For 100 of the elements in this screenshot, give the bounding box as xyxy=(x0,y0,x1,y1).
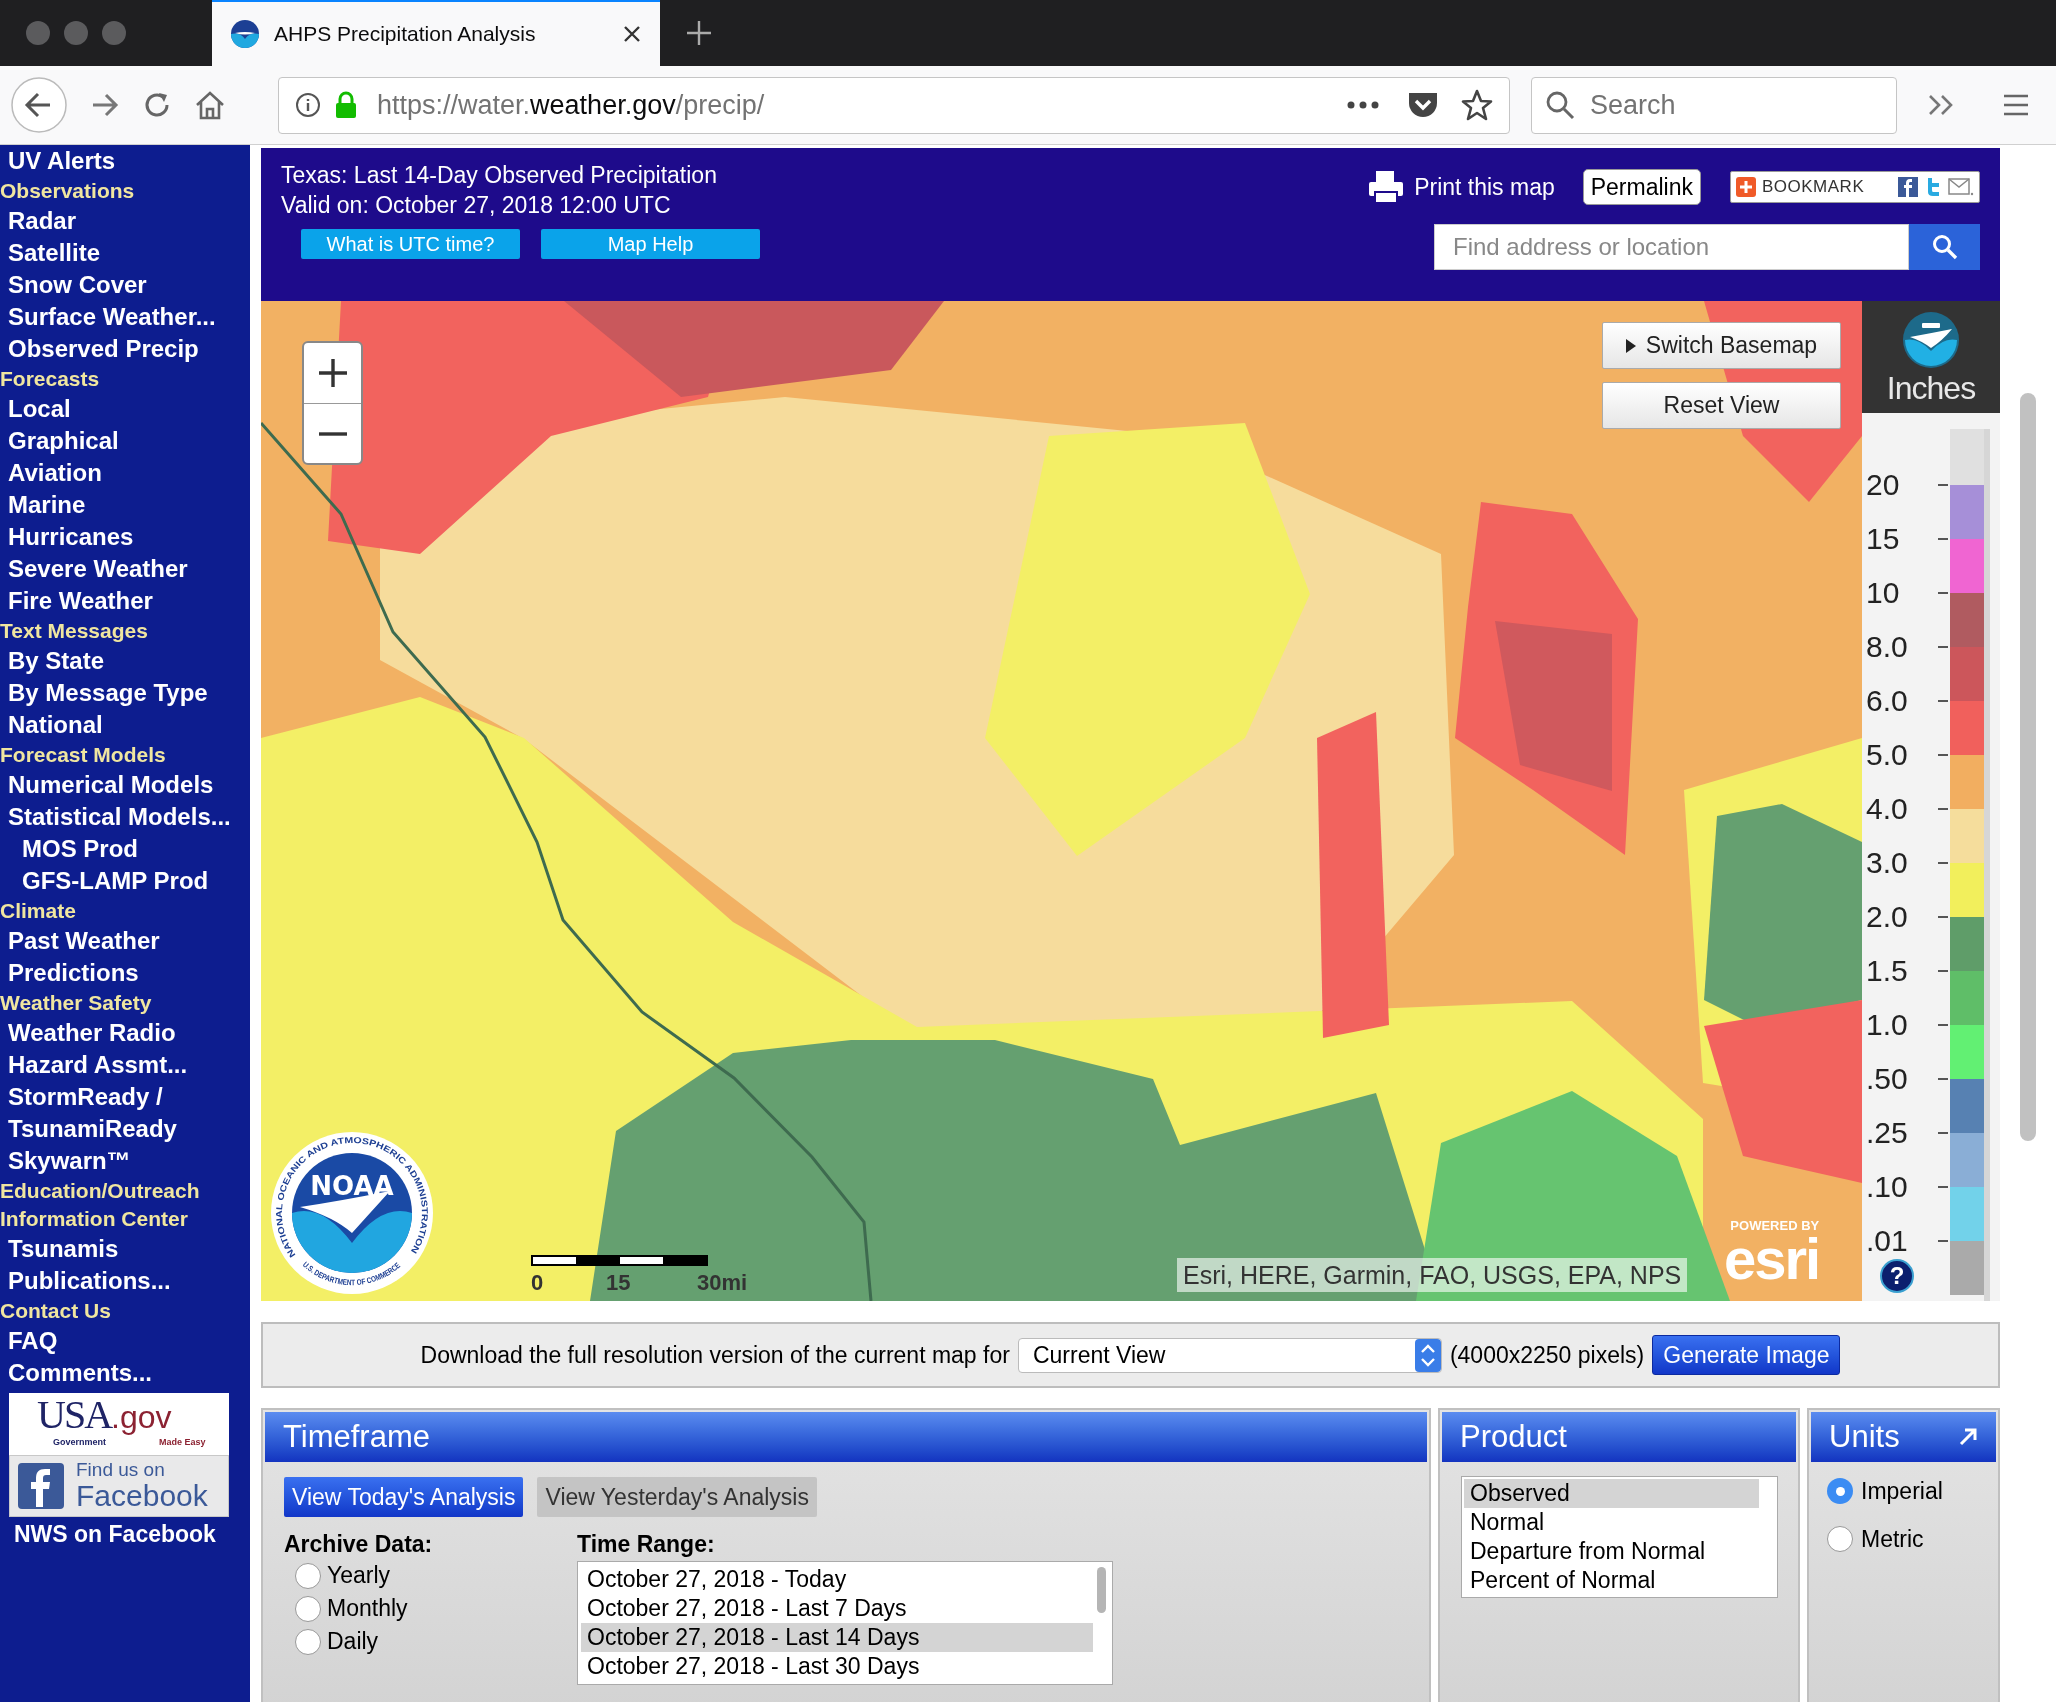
sidebar-link[interactable]: TsunamiReady xyxy=(0,1113,240,1145)
sidebar-link[interactable]: UV Alerts xyxy=(0,145,240,177)
list-option[interactable]: Observed xyxy=(1464,1479,1759,1508)
sidebar-heading[interactable]: Information Center xyxy=(0,1205,240,1233)
list-option[interactable]: October 27, 2018 - Last 14 Days xyxy=(581,1623,1093,1652)
radio-button[interactable] xyxy=(295,1595,321,1622)
address-bar[interactable]: https://water.weather.gov/precip/ xyxy=(278,76,1510,134)
time-range-listbox[interactable]: October 27, 2018 - Today October 27, 2018 - Last 7 Days October 27, 2018 - Last 14 Days October 27, 2018 - Last 30 Days xyxy=(577,1561,1113,1685)
sidebar-heading[interactable]: Education/Outreach xyxy=(0,1177,240,1205)
expand-icon[interactable] xyxy=(1958,1427,1978,1447)
sidebar-link[interactable]: Radar xyxy=(0,205,240,237)
sidebar-link[interactable]: GFS-LAMP Prod xyxy=(0,865,240,897)
bookmark-widget[interactable]: BOOKMARK xyxy=(1730,171,1980,203)
new-tab-icon[interactable] xyxy=(686,20,712,46)
legend-label: 6.0 xyxy=(1866,684,1908,718)
analysis-button[interactable]: View Yesterday's Analysis xyxy=(537,1477,817,1517)
map-attribution: Esri, HERE, Garmin, FAO, USGS, EPA, NPS xyxy=(1177,1258,1688,1292)
generate-image-button[interactable]: Generate Image xyxy=(1652,1335,1841,1375)
radio-button[interactable] xyxy=(295,1628,321,1655)
sidebar-link[interactable]: FAQ xyxy=(0,1325,240,1357)
scrollbar-thumb[interactable] xyxy=(1097,1567,1106,1613)
sidebar-link[interactable]: Hurricanes xyxy=(0,521,240,553)
sidebar-link[interactable]: Comments... xyxy=(0,1357,240,1389)
radio-label[interactable]: Imperial xyxy=(1861,1474,1943,1509)
radio-label[interactable]: Metric xyxy=(1861,1521,1924,1556)
sidebar-link[interactable]: Satellite xyxy=(0,237,240,269)
sidebar-link[interactable]: Snow Cover xyxy=(0,269,240,301)
printer-icon[interactable] xyxy=(1368,170,1405,204)
radio-button[interactable] xyxy=(1827,1525,1853,1552)
sidebar-link[interactable]: Surface Weather... xyxy=(0,301,240,333)
sidebar-link[interactable]: Fire Weather xyxy=(0,585,240,617)
reset-view-button[interactable]: Reset View xyxy=(1602,382,1841,429)
analysis-button[interactable]: View Today's Analysis xyxy=(284,1477,524,1517)
product-listbox[interactable]: Observed Normal Departure from Normal Percent of Normal xyxy=(1461,1476,1778,1598)
chevron-icon xyxy=(1414,1338,1441,1372)
sidebar-heading[interactable]: Climate xyxy=(0,897,240,925)
sidebar-link[interactable]: By State xyxy=(0,645,240,677)
pocket-icon[interactable] xyxy=(1407,90,1439,120)
sidebar-link[interactable]: Severe Weather xyxy=(0,553,240,585)
sidebar-link[interactable]: Numerical Models xyxy=(0,769,240,801)
plus-icon xyxy=(316,357,349,389)
search-button[interactable] xyxy=(1909,224,1980,270)
map-extent-select[interactable]: Current View xyxy=(1017,1337,1442,1373)
browser-search-field[interactable]: Search xyxy=(1531,76,1897,134)
sidebar-link[interactable]: MOS Prod xyxy=(0,833,240,865)
sidebar-link[interactable]: Marine xyxy=(0,489,240,521)
radio-label[interactable]: Daily xyxy=(327,1624,379,1659)
sidebar-link[interactable]: Weather Radio xyxy=(0,1017,240,1049)
star-icon[interactable] xyxy=(1461,89,1493,121)
sidebar-link[interactable]: National xyxy=(0,709,240,741)
browser-tab[interactable]: AHPS Precipitation Analysis xyxy=(212,0,660,66)
radio-label[interactable]: Monthly xyxy=(327,1591,408,1626)
back-icon[interactable] xyxy=(10,76,68,134)
sidebar-link[interactable]: Publications... xyxy=(0,1265,240,1297)
sidebar-heading[interactable]: Observations xyxy=(0,177,240,205)
radio-button[interactable] xyxy=(295,1562,321,1589)
sidebar-heading[interactable]: Forecast Models xyxy=(0,741,240,769)
radio-button[interactable] xyxy=(1827,1478,1853,1505)
permalink-button[interactable]: Permalink xyxy=(1582,169,1701,205)
overflow-icon[interactable] xyxy=(1927,93,1955,117)
location-search-field[interactable]: Find address or location xyxy=(1434,224,1909,270)
facebook-badge[interactable]: Find us on Facebook xyxy=(9,1455,229,1517)
menu-icon[interactable] xyxy=(2003,94,2029,116)
mail-icon[interactable] xyxy=(1948,178,1974,196)
sidebar-link[interactable]: Tsunamis xyxy=(0,1233,240,1265)
sidebar-heading[interactable]: Weather Safety xyxy=(0,989,240,1017)
lock-icon[interactable] xyxy=(335,91,357,119)
switch-basemap-button[interactable]: Switch Basemap xyxy=(1602,322,1841,369)
sidebar-link[interactable]: Statistical Models... xyxy=(0,801,240,833)
sidebar-link[interactable]: Predictions xyxy=(0,957,240,989)
legend-label: 2.0 xyxy=(1866,900,1908,934)
panel-title: Product xyxy=(1460,1417,1567,1456)
sidebar-heading[interactable]: Forecasts xyxy=(0,365,240,393)
field-label: Archive Data: xyxy=(284,1530,434,1559)
sidebar-heading[interactable]: Text Messages xyxy=(0,617,240,645)
home-icon[interactable] xyxy=(194,90,226,120)
sidebar-link[interactable]: Local xyxy=(0,393,240,425)
search-icon xyxy=(1545,89,1575,120)
sidebar-link[interactable]: StormReady / xyxy=(0,1081,240,1113)
facebook-icon[interactable] xyxy=(1898,177,1918,197)
sidebar-link[interactable]: NWS on Facebook xyxy=(0,1517,248,1551)
badge-text: Find us on xyxy=(76,1460,166,1480)
sidebar-link[interactable]: Aviation xyxy=(0,457,240,489)
more-icon[interactable] xyxy=(1347,101,1379,109)
badge-text: Facebook xyxy=(76,1480,208,1512)
legend-label: .10 xyxy=(1866,1170,1908,1204)
legend-label: .25 xyxy=(1866,1116,1908,1150)
sidebar-link[interactable]: Skywarn™ xyxy=(0,1145,240,1177)
sidebar-heading[interactable]: Contact Us xyxy=(0,1297,240,1325)
print-link[interactable]: Print this map xyxy=(1414,169,1555,205)
close-icon[interactable] xyxy=(622,24,642,44)
sidebar-link[interactable]: Hazard Assmt... xyxy=(0,1049,240,1081)
usa-gov-badge[interactable]: USA.gov Government Made Easy xyxy=(9,1393,229,1455)
info-icon[interactable] xyxy=(295,92,321,118)
sidebar-link[interactable]: Past Weather xyxy=(0,925,240,957)
radio-label[interactable]: Yearly xyxy=(327,1558,391,1593)
sidebar-link[interactable]: Graphical xyxy=(0,425,240,457)
sidebar-link[interactable]: By Message Type xyxy=(0,677,240,709)
sidebar-link[interactable]: Observed Precip xyxy=(0,333,240,365)
scrollbar-thumb[interactable] xyxy=(2020,393,2036,1141)
